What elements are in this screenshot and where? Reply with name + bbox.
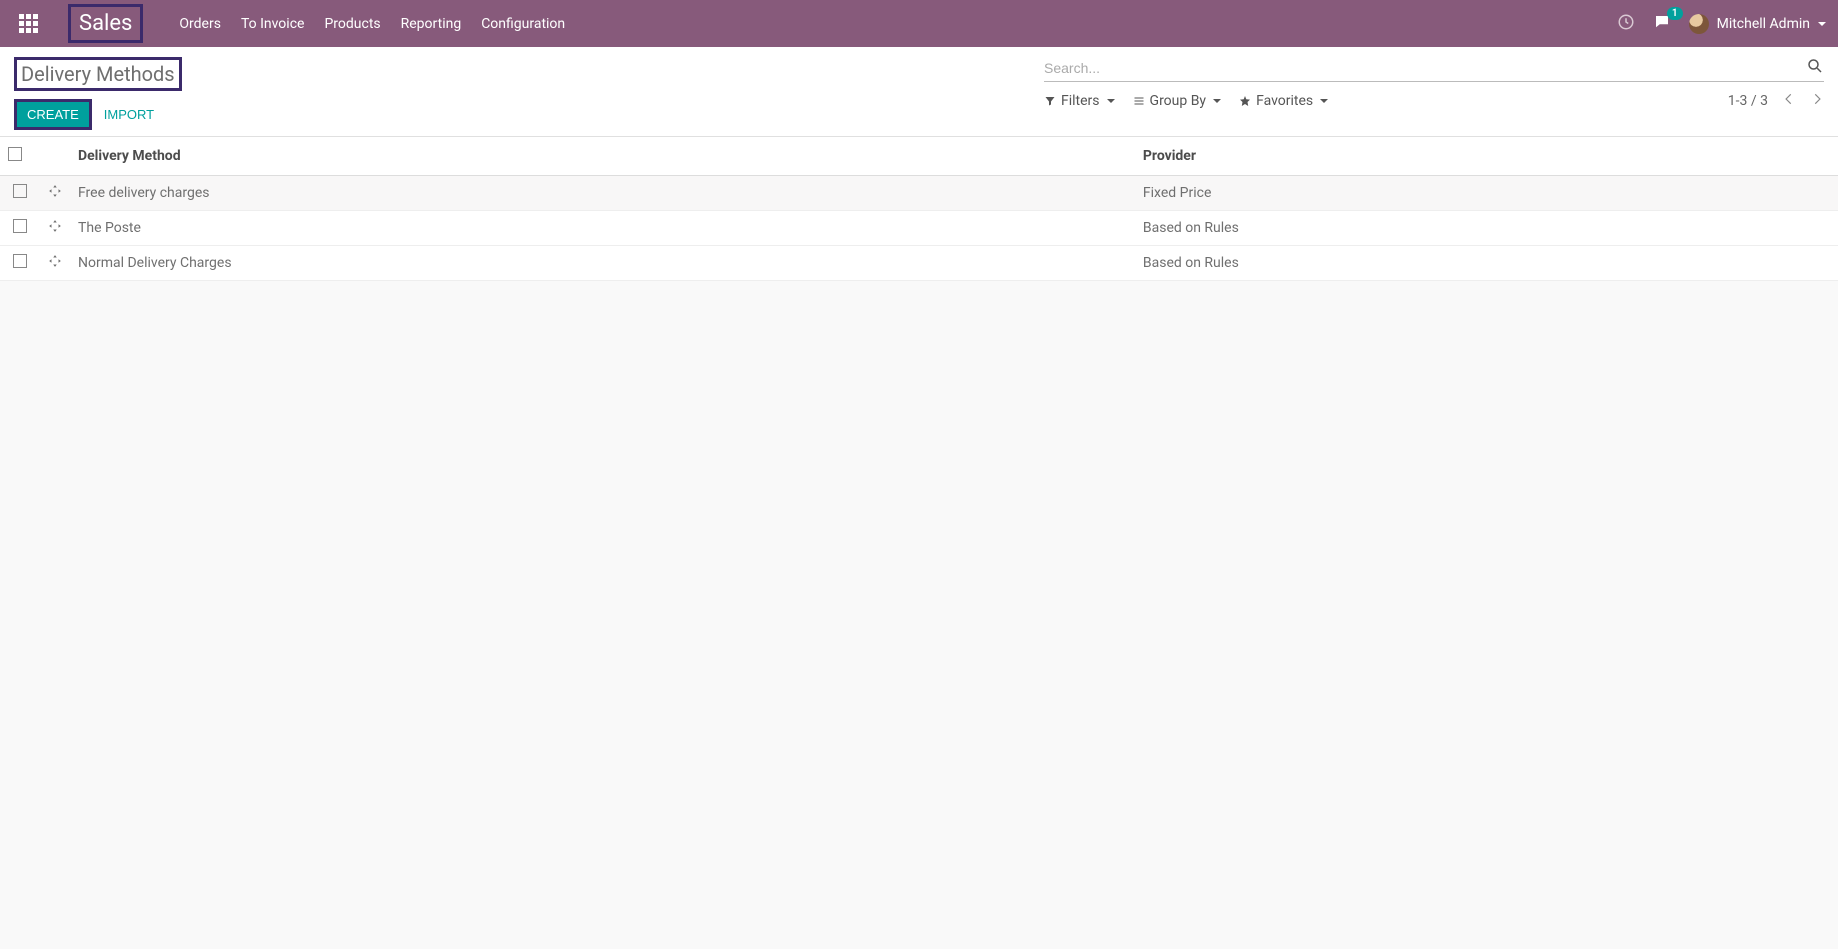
cell-provider: Based on Rules (1135, 246, 1838, 281)
clock-icon[interactable] (1617, 13, 1635, 35)
row-checkbox[interactable] (13, 254, 27, 268)
apps-grid-icon[interactable] (16, 12, 40, 36)
pager-text: 1-3 / 3 (1728, 93, 1768, 109)
control-panel: Delivery Methods CREATE IMPORT Filters G (0, 47, 1838, 137)
caret-down-icon (1213, 99, 1221, 103)
column-header-provider[interactable]: Provider (1135, 137, 1838, 176)
messages-button[interactable]: 1 (1653, 13, 1671, 35)
row-checkbox[interactable] (13, 184, 27, 198)
star-icon (1239, 95, 1251, 107)
cell-method: The Poste (70, 211, 1135, 246)
caret-down-icon (1320, 99, 1328, 103)
cell-provider: Based on Rules (1135, 211, 1838, 246)
page-title: Delivery Methods (14, 57, 182, 91)
nav-menu: Orders To Invoice Products Reporting Con… (179, 16, 565, 32)
filters-label: Filters (1061, 93, 1100, 109)
cell-method: Normal Delivery Charges (70, 246, 1135, 281)
table-row[interactable]: Free delivery charges Fixed Price (0, 176, 1838, 211)
groupby-label: Group By (1150, 93, 1207, 109)
app-brand[interactable]: Sales (68, 4, 143, 43)
messages-badge: 1 (1667, 7, 1683, 20)
user-name: Mitchell Admin (1717, 16, 1810, 32)
nav-configuration[interactable]: Configuration (481, 16, 565, 32)
user-menu[interactable]: Mitchell Admin (1689, 14, 1826, 34)
table-row[interactable]: The Poste Based on Rules (0, 211, 1838, 246)
caret-down-icon (1107, 99, 1115, 103)
cell-method: Free delivery charges (70, 176, 1135, 211)
nav-products[interactable]: Products (324, 16, 380, 32)
avatar (1689, 14, 1709, 34)
pager: 1-3 / 3 (1728, 92, 1824, 110)
list-view: Delivery Method Provider Free delivery c… (0, 137, 1838, 281)
create-button[interactable]: CREATE (14, 99, 92, 130)
filters-button[interactable]: Filters (1044, 93, 1115, 109)
search-icon[interactable] (1806, 57, 1824, 79)
nav-reporting[interactable]: Reporting (401, 16, 462, 32)
pager-next[interactable] (1810, 92, 1824, 110)
search-input[interactable] (1044, 60, 1806, 76)
cell-provider: Fixed Price (1135, 176, 1838, 211)
search-bar (1044, 57, 1824, 82)
funnel-icon (1044, 95, 1056, 107)
favorites-label: Favorites (1256, 93, 1313, 109)
top-navbar: Sales Orders To Invoice Products Reporti… (0, 0, 1838, 47)
select-all-checkbox[interactable] (8, 147, 22, 161)
favorites-button[interactable]: Favorites (1239, 93, 1328, 109)
chat-icon (1653, 19, 1671, 35)
drag-handle-icon[interactable] (48, 256, 62, 272)
list-icon (1133, 95, 1145, 107)
groupby-button[interactable]: Group By (1133, 93, 1222, 109)
drag-handle-icon[interactable] (48, 221, 62, 237)
table-row[interactable]: Normal Delivery Charges Based on Rules (0, 246, 1838, 281)
import-button[interactable]: IMPORT (104, 107, 154, 122)
drag-handle-icon[interactable] (48, 186, 62, 202)
nav-to-invoice[interactable]: To Invoice (241, 16, 305, 32)
caret-down-icon (1818, 22, 1826, 26)
pager-prev[interactable] (1782, 92, 1796, 110)
column-header-method[interactable]: Delivery Method (70, 137, 1135, 176)
row-checkbox[interactable] (13, 219, 27, 233)
nav-orders[interactable]: Orders (179, 16, 221, 32)
